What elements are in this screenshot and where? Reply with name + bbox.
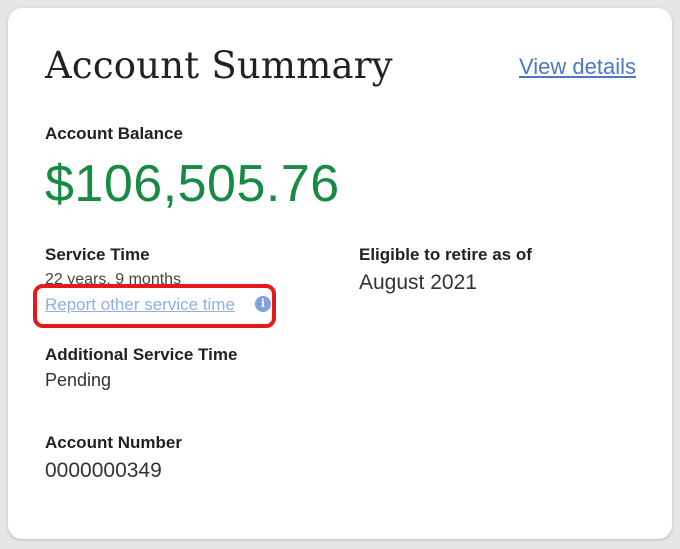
- view-details-link[interactable]: View details: [519, 54, 636, 80]
- account-summary-card: Account Summary View details Account Bal…: [8, 8, 672, 539]
- service-time-label: Service Time: [45, 245, 150, 264]
- card-title: Account Summary: [45, 44, 393, 87]
- account-balance-label: Account Balance: [45, 124, 183, 143]
- eligible-retire-label: Eligible to retire as of: [359, 245, 532, 264]
- account-balance-value: $106,505.76: [45, 155, 340, 213]
- additional-service-time-value: Pending: [45, 370, 112, 390]
- highlight-annotation: [33, 284, 276, 328]
- eligible-retire-value: August 2021: [359, 271, 477, 294]
- account-number-value: 0000000349: [45, 459, 162, 482]
- account-number-label: Account Number: [45, 433, 182, 452]
- additional-service-time-label: Additional Service Time: [45, 345, 238, 364]
